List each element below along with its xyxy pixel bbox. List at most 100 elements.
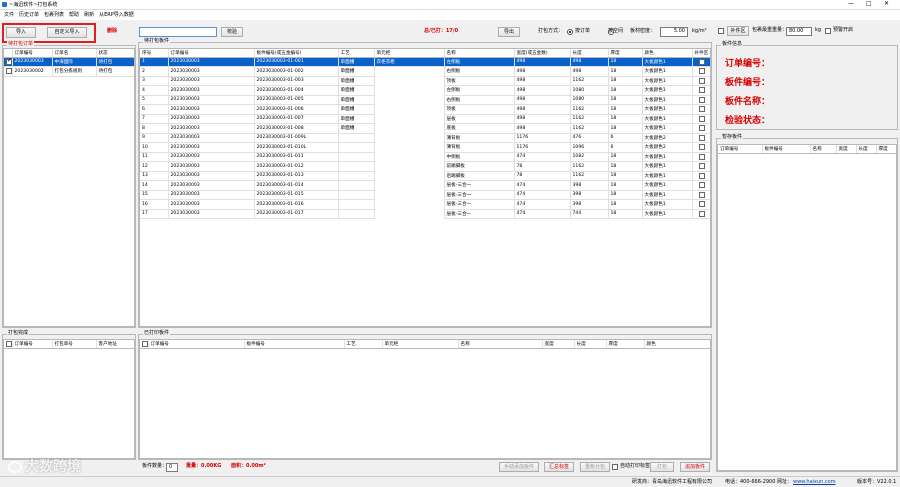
- row-checkbox[interactable]: [6, 68, 11, 74]
- patch-row-checkbox[interactable]: [699, 58, 705, 65]
- verify-button[interactable]: 校验: [221, 27, 243, 37]
- density-input[interactable]: 5.00: [660, 27, 688, 37]
- max-weight-input[interactable]: 80.00: [786, 27, 812, 36]
- col-no[interactable]: 序号: [140, 49, 169, 58]
- col-width[interactable]: 宽度(或五金数): [514, 49, 571, 58]
- menu-history[interactable]: 历史订单: [19, 10, 39, 20]
- part-name-cell: 右侧板: [444, 95, 515, 105]
- part-row[interactable]: 9 2023030003 2023030003-01-009L 薄背板 1176 476 6…: [140, 133, 710, 143]
- patch-row-checkbox[interactable]: [699, 153, 705, 160]
- mode-order-label[interactable]: 按订单: [575, 27, 590, 36]
- patch-row-checkbox[interactable]: [699, 144, 705, 150]
- select-all-checkbox[interactable]: [142, 340, 147, 347]
- developer-text: 研发商：青岛海迅软件工程有限公司: [632, 479, 713, 485]
- summary-label-button[interactable]: 汇总标签: [544, 462, 574, 472]
- menu-refresh[interactable]: 刷新: [84, 10, 94, 20]
- patch-row-checkbox[interactable]: [699, 68, 705, 74]
- patch-row-checkbox[interactable]: [699, 115, 705, 122]
- menu-package-list[interactable]: 包裹列表: [44, 10, 64, 20]
- part-name-cell: 左侧板: [444, 57, 515, 67]
- part-row[interactable]: 15 2023030003 2023030003-01-015 层板-三合一 474 39…: [140, 190, 710, 200]
- patch-row-checkbox[interactable]: [699, 201, 705, 207]
- part-row[interactable]: 7 2023030003 2023030003-01-007 单面槽 层板 498 1162…: [140, 114, 710, 124]
- part-row[interactable]: 11 2023030003 2023030003-01-011 中侧板 474 1082 1…: [140, 152, 710, 162]
- custom-import-button[interactable]: 自定义导入: [47, 27, 87, 38]
- pack-button[interactable]: 打包: [650, 462, 674, 472]
- patch-row-checkbox[interactable]: [699, 77, 705, 84]
- patch-row-checkbox[interactable]: [699, 87, 705, 93]
- patch-row-checkbox[interactable]: [699, 96, 705, 103]
- part-row[interactable]: 10 2023030003 2023030003-01-010L 薄背板 1176 109…: [140, 142, 710, 153]
- menu-erp-import[interactable]: 从ERP导入数据: [99, 10, 134, 20]
- select-all-checkbox[interactable]: [6, 340, 11, 347]
- col-length[interactable]: 长度: [570, 49, 609, 58]
- patch-row-checkbox[interactable]: [699, 106, 705, 112]
- printed-parts-label: 已打印板件: [143, 330, 171, 337]
- pre-open-checkbox[interactable]: [825, 28, 831, 34]
- mode-order-radio[interactable]: [567, 29, 573, 35]
- patch-row-checkbox[interactable]: [699, 182, 705, 188]
- row-checkbox[interactable]: ✓: [6, 57, 11, 65]
- menu-help[interactable]: 帮助: [69, 10, 79, 20]
- col-order[interactable]: 订单编号: [168, 49, 255, 58]
- append-part-button[interactable]: 追加板件: [680, 462, 710, 472]
- part-row[interactable]: 3 2023030003 2023030003-01-003 单面槽 顶板 498 1162…: [140, 76, 710, 86]
- auto-print-checkbox[interactable]: [612, 464, 618, 470]
- manual-add-button[interactable]: 手动添加板件: [499, 462, 539, 472]
- part-row[interactable]: 1 2023030003 2023030003-01-001 单面槽 衣柜衣柜 左侧板 49…: [140, 57, 710, 67]
- website-link[interactable]: www.haixun.com: [793, 477, 836, 487]
- part-row[interactable]: 14 2023030003 2023030003-01-014 层板-三合一 474 39…: [140, 180, 710, 191]
- col-thickness[interactable]: 厚度: [608, 49, 643, 58]
- menu-file[interactable]: 文件: [4, 10, 14, 20]
- part-name-label: 板件名称：: [725, 97, 771, 107]
- col-cabinet[interactable]: 单元柜: [374, 49, 445, 58]
- part-row[interactable]: 6 2023030003 2023030003-01-006 单面槽 顶板 498 1162…: [140, 104, 710, 115]
- col-order-no[interactable]: 订单编号: [12, 49, 53, 58]
- patch-row-checkbox[interactable]: [699, 191, 705, 198]
- count-label: 板件数量：: [142, 463, 168, 469]
- import-button[interactable]: 导入: [6, 27, 36, 38]
- export-button[interactable]: 导出: [498, 27, 520, 37]
- part-row[interactable]: 5 2023030003 2023030003-01-005 单面槽 右侧板 498 108…: [140, 95, 710, 105]
- part-row[interactable]: 17 2023030003 2023030003-01-017 层板-三合一 474 74…: [140, 209, 710, 219]
- area-label: 面积：0.00m²: [231, 463, 266, 469]
- order-row[interactable]: ✓ 2023030003 中海国际 待打包: [4, 57, 134, 67]
- auto-print-label[interactable]: 自动打印标签: [620, 462, 650, 471]
- col-name[interactable]: 名称: [444, 49, 515, 58]
- status-bar: 研发商：青岛海迅软件工程有限公司 电话：400-666-2900 网址： www…: [0, 476, 900, 487]
- count-input[interactable]: 0: [166, 463, 178, 472]
- delete-button[interactable]: 删除: [107, 27, 117, 36]
- part-name-cell: 前踢脚板: [444, 161, 515, 172]
- patch-button[interactable]: 补件区: [727, 26, 749, 36]
- close-icon[interactable]: ✕: [884, 0, 889, 7]
- weight-label: 重量：0.00KG: [186, 463, 222, 469]
- patch-row-checkbox[interactable]: [699, 134, 705, 141]
- pre-open-label[interactable]: 预警开启: [833, 26, 853, 35]
- search-input[interactable]: [139, 27, 217, 37]
- patch-row-checkbox[interactable]: [699, 172, 705, 179]
- col-process[interactable]: 工艺: [338, 49, 375, 58]
- minimize-icon[interactable]: —: [848, 0, 854, 7]
- order-row[interactable]: 2023030002 打包分拣规则 待打包: [4, 66, 134, 77]
- mode-space-label[interactable]: 按空间: [608, 27, 623, 36]
- col-patch[interactable]: 补件区: [692, 49, 710, 58]
- repack-button[interactable]: 重新分包: [580, 462, 610, 472]
- col-part-code[interactable]: 板件编号(或五金编号): [254, 49, 339, 58]
- part-row[interactable]: 8 2023030003 2023030003-01-008 单面槽 底板 498 1162…: [140, 123, 710, 134]
- col-status[interactable]: 状态: [96, 49, 134, 58]
- patch-row-checkbox[interactable]: [699, 163, 705, 169]
- col-color[interactable]: 颜色: [642, 49, 693, 58]
- part-row[interactable]: 13 2023030003 2023030003-01-013 后踢脚板 78 1162 1…: [140, 171, 710, 181]
- part-row[interactable]: 16 2023030003 2023030003-01-016 层板-三合一 474 39…: [140, 199, 710, 210]
- weight-unit: kg: [815, 27, 822, 33]
- patch-checkbox[interactable]: [718, 28, 724, 34]
- patch-row-checkbox[interactable]: [699, 210, 705, 217]
- patch-row-checkbox[interactable]: [699, 125, 705, 131]
- part-row[interactable]: 4 2023030003 2023030003-01-004 单面槽 左侧板 498 108…: [140, 85, 710, 96]
- part-row[interactable]: 12 2023030003 2023030003-01-012 前踢脚板 78 1162 1…: [140, 161, 710, 172]
- part-name-cell: 后踢脚板: [444, 171, 515, 181]
- pack-mode-label: 打包方式：: [538, 28, 564, 34]
- col-order-name[interactable]: 订单名: [52, 49, 97, 58]
- maximize-icon[interactable]: □: [866, 0, 872, 7]
- part-row[interactable]: 2 2023030003 2023030003-01-002 单面槽 右侧板 498 498…: [140, 66, 710, 77]
